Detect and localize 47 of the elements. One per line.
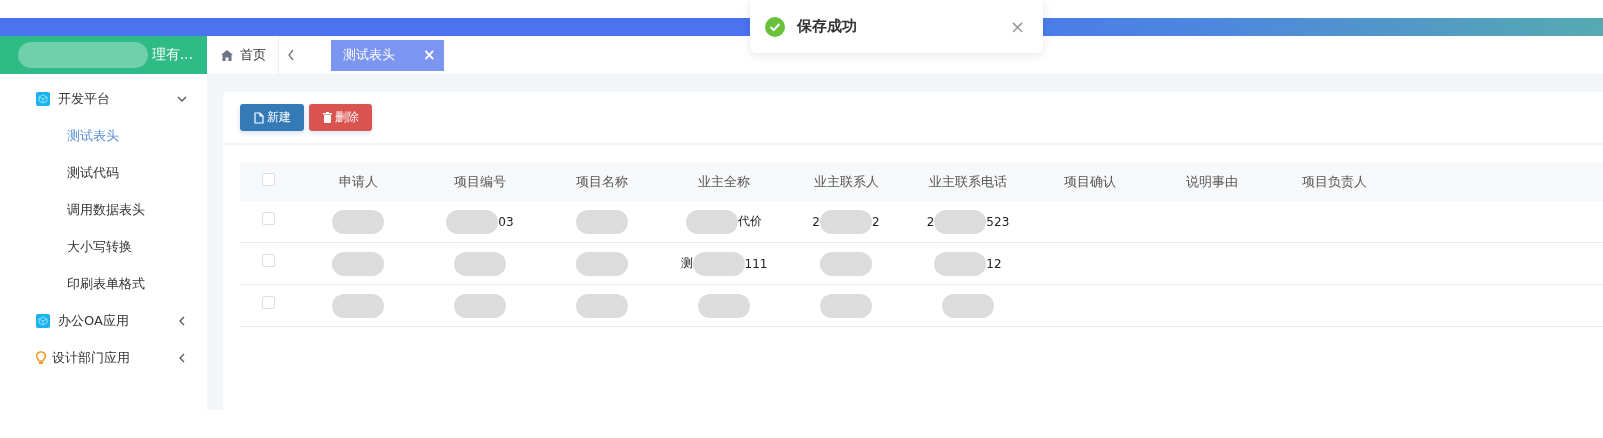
menu-item[interactable]: 办公OA应用: [0, 302, 207, 339]
column-header[interactable]: 项目确认: [1029, 173, 1151, 191]
cube-icon: [36, 313, 50, 328]
table-cell: 测: [680, 255, 693, 272]
column-header[interactable]: 项目编号: [419, 173, 541, 191]
new-button[interactable]: 新建: [240, 104, 304, 131]
toast-message: 保存成功: [797, 17, 858, 36]
home-label: 首页: [240, 46, 266, 64]
column-header[interactable]: 业主联系电话: [907, 173, 1029, 191]
column-header[interactable]: 项目名称: [541, 173, 663, 191]
chevron-left-icon: [177, 315, 187, 326]
menu-item[interactable]: 开发平台: [0, 80, 207, 117]
submenu-item[interactable]: 测试表头: [0, 117, 207, 154]
table-cell: 代价: [738, 213, 762, 230]
column-header[interactable]: 业主全称: [663, 173, 785, 191]
table-cell: 12: [986, 256, 1002, 271]
submenu-item[interactable]: 调用数据表头: [0, 191, 207, 228]
table-cell: 111: [744, 256, 768, 271]
column-header[interactable]: 申请人: [297, 173, 419, 191]
home-icon: [221, 49, 233, 61]
check-icon: [765, 16, 785, 37]
chevron-left-icon: [177, 352, 187, 363]
checkbox[interactable]: [262, 254, 275, 267]
trash-icon: [323, 112, 332, 123]
column-header[interactable]: 项目负责人: [1273, 173, 1395, 191]
table-cell: 2: [926, 214, 935, 229]
submenu-item[interactable]: 测试代码: [0, 154, 207, 191]
checkbox[interactable]: [262, 172, 275, 186]
delete-button[interactable]: 删除: [309, 104, 372, 131]
table-cell: 03: [498, 214, 514, 229]
table-cell: 523: [986, 214, 1010, 229]
cube-icon: [36, 91, 50, 106]
home-tab[interactable]: 首页: [207, 36, 279, 74]
checkbox[interactable]: [262, 212, 275, 225]
lightbulb-icon: [36, 350, 46, 365]
chevron-left-icon[interactable]: [287, 49, 295, 61]
table-cell: 2: [872, 214, 880, 229]
submenu-item[interactable]: 大小写转换: [0, 228, 207, 265]
menu-item[interactable]: 设计部门应用: [0, 339, 207, 376]
submenu-item[interactable]: 印刷表单格式: [0, 265, 207, 302]
column-header[interactable]: 业主联系人: [785, 173, 907, 191]
checkbox[interactable]: [262, 296, 275, 309]
tab-label: 测试表头: [343, 46, 395, 64]
brand-title: 理有...: [151, 46, 193, 64]
document-icon: [254, 111, 264, 124]
column-header[interactable]: 说明事由: [1151, 173, 1273, 191]
table-cell: 2: [812, 214, 820, 229]
